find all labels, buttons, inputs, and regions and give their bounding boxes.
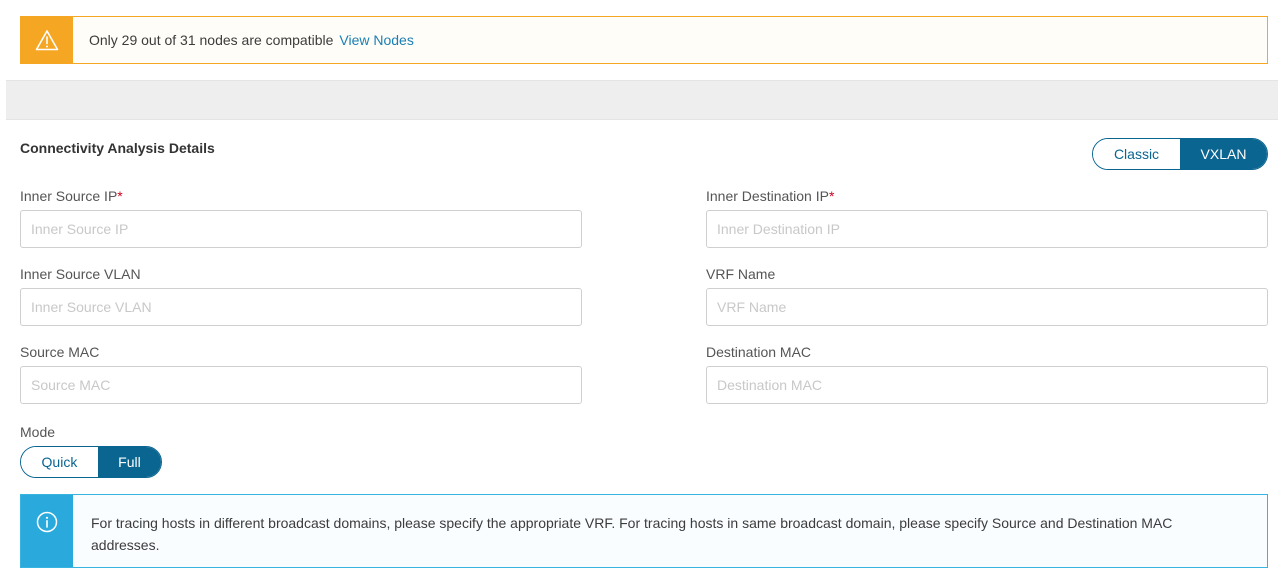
mode-toggle: Quick Full [20,446,162,478]
tracing-info-banner: For tracing hosts in different broadcast… [20,494,1268,568]
destination-mac-input[interactable] [706,366,1268,404]
info-icon [21,495,73,567]
quick-option[interactable]: Quick [21,447,98,477]
inner-source-ip-label-text: Inner Source IP [20,188,118,204]
inner-source-ip-label: Inner Source IP* [20,188,123,204]
inner-source-ip-input[interactable] [20,210,582,248]
inner-destination-ip-label-text: Inner Destination IP [706,188,829,204]
destination-mac-label: Destination MAC [706,344,812,360]
mode-label: Mode [20,424,56,440]
warning-icon [21,17,73,63]
source-mac-label: Source MAC [20,344,100,360]
inner-source-vlan-label: Inner Source VLAN [20,266,141,282]
info-message: For tracing hosts in different broadcast… [91,515,1173,553]
vrf-name-input[interactable] [706,288,1268,326]
section-divider [6,80,1278,120]
compatibility-warning-banner: Only 29 out of 31 nodes are compatible V… [20,16,1268,64]
analysis-type-toggle: Classic VXLAN [1092,138,1268,170]
full-option[interactable]: Full [97,447,161,477]
view-nodes-link[interactable]: View Nodes [339,32,413,48]
required-marker: * [117,188,123,204]
section-title: Connectivity Analysis Details [20,140,215,156]
inner-destination-ip-label: Inner Destination IP* [706,188,834,204]
inner-source-vlan-input[interactable] [20,288,582,326]
vxlan-option[interactable]: VXLAN [1180,139,1267,169]
required-marker: * [828,188,835,204]
classic-option[interactable]: Classic [1093,139,1180,169]
vrf-name-label: VRF Name [706,266,776,282]
warning-message: Only 29 out of 31 nodes are compatible [89,32,334,48]
source-mac-input[interactable] [20,366,582,404]
inner-destination-ip-input[interactable] [706,210,1268,248]
